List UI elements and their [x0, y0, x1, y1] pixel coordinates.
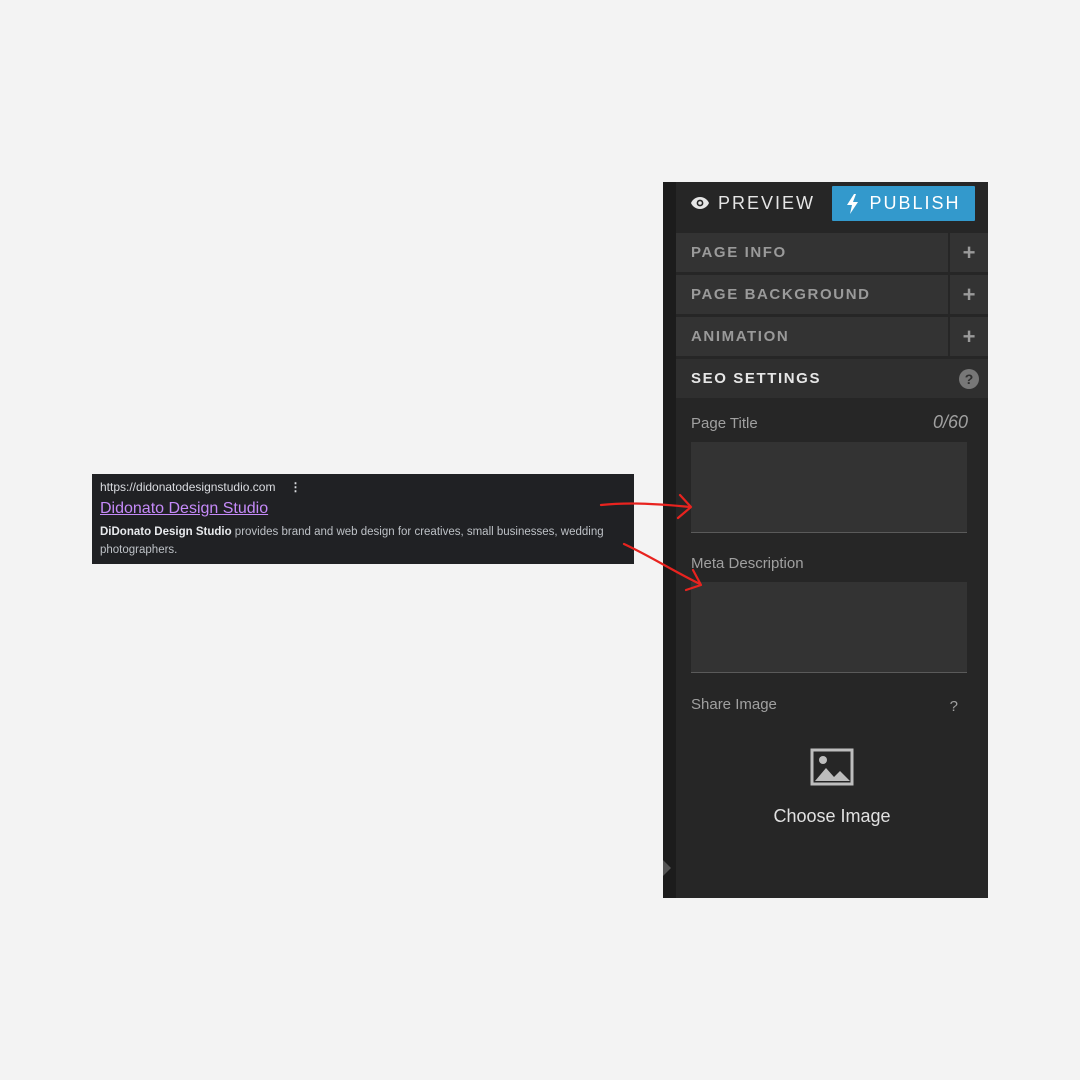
- publish-label: PUBLISH: [869, 193, 961, 213]
- more-options-icon[interactable]: ⋮: [289, 481, 301, 493]
- help-icon[interactable]: ?: [959, 368, 979, 389]
- share-image-label: Share Image: [691, 696, 777, 713]
- choose-image-button[interactable]: Choose Image: [676, 748, 988, 827]
- accordion-seo-settings[interactable]: SEO SETTINGS ?: [676, 359, 988, 398]
- publish-button[interactable]: PUBLISH: [832, 186, 975, 221]
- search-result-card: https://didonatodesignstudio.com ⋮ Didon…: [92, 474, 634, 564]
- accordion-animation[interactable]: ANIMATION +: [676, 317, 988, 356]
- result-url[interactable]: https://didonatodesignstudio.com: [100, 480, 275, 494]
- expand-plus-icon[interactable]: +: [948, 317, 988, 356]
- choose-image-label: Choose Image: [773, 806, 891, 826]
- page-title-counter: 0/60: [932, 412, 968, 432]
- meta-description-label: Meta Description: [691, 555, 804, 572]
- accordion-label: PAGE BACKGROUND: [691, 286, 871, 303]
- image-icon: [810, 748, 854, 786]
- share-image-help-icon[interactable]: ?: [950, 698, 958, 715]
- result-snippet: DiDonato Design Studio provides brand an…: [100, 523, 626, 559]
- preview-button[interactable]: PREVIEW: [690, 186, 815, 220]
- accordion-page-background[interactable]: PAGE BACKGROUND +: [676, 275, 988, 314]
- meta-description-input[interactable]: [691, 582, 967, 673]
- result-url-row: https://didonatodesignstudio.com ⋮: [100, 480, 626, 494]
- eye-icon: [691, 197, 709, 209]
- page-title-input[interactable]: [691, 442, 967, 533]
- accordion-label: ANIMATION: [691, 328, 790, 345]
- page-title-label: Page Title: [691, 415, 758, 432]
- snippet-bold: DiDonato Design Studio: [100, 526, 232, 538]
- page-settings-panel: PREVIEW PUBLISH PAGE INFO + PAGE BACKGRO…: [663, 182, 988, 898]
- expand-plus-icon[interactable]: +: [948, 233, 988, 272]
- top-toolbar: PREVIEW PUBLISH: [676, 182, 988, 230]
- expand-plus-icon[interactable]: +: [948, 275, 988, 314]
- accordion-label: PAGE INFO: [691, 244, 787, 261]
- accordion-label: SEO SETTINGS: [691, 370, 822, 387]
- collapse-arrow-icon[interactable]: [663, 860, 671, 876]
- result-title-link[interactable]: Didonato Design Studio: [100, 499, 626, 519]
- panel-rail: [663, 182, 676, 898]
- preview-label: PREVIEW: [718, 192, 816, 213]
- lightning-icon: [847, 193, 859, 214]
- accordion-page-info[interactable]: PAGE INFO +: [676, 233, 988, 272]
